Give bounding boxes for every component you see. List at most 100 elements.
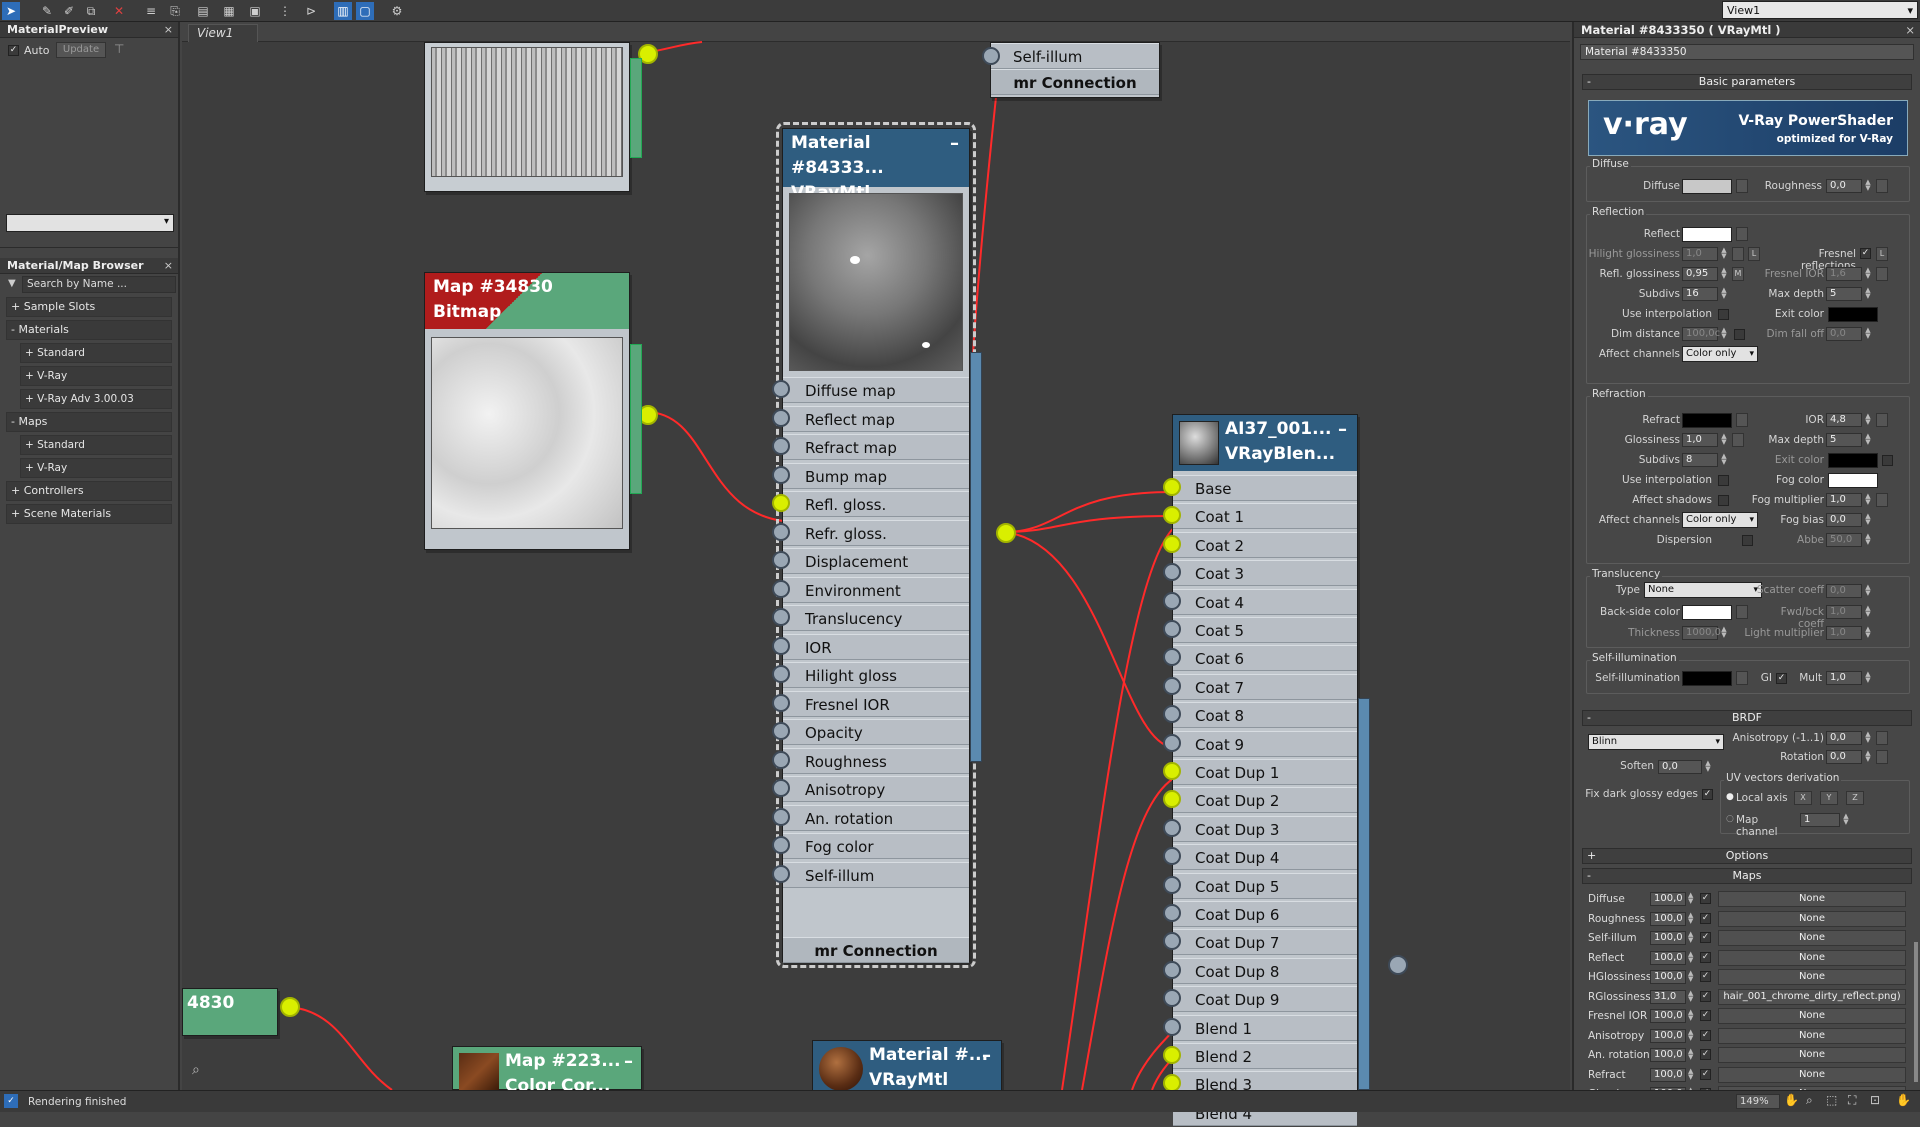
mr-connection[interactable]: mr Connection [783, 937, 969, 963]
glossiness-field[interactable]: 1,0 [1682, 433, 1718, 447]
input-socket[interactable] [772, 807, 790, 826]
anisotropy-field[interactable]: 0,0 [1826, 731, 1862, 745]
spinner-icon[interactable]: ▲▼ [1720, 453, 1728, 467]
spinner-icon[interactable]: ▲▼ [1688, 911, 1696, 924]
bitmap-node-top[interactable] [424, 42, 630, 192]
map-amount-field[interactable]: 100,0 [1650, 1028, 1686, 1043]
input-socket[interactable] [1163, 676, 1181, 695]
map-enable-checkbox[interactable]: ✓ [1700, 1010, 1711, 1021]
assign-material-icon[interactable]: ✐ [60, 2, 78, 20]
node-slot[interactable]: Coat Dup 9 [1173, 986, 1357, 1013]
refr-maxdepth-field[interactable]: 5 [1826, 433, 1862, 447]
input-socket[interactable] [772, 494, 790, 512]
node-slot[interactable]: Coat 7 [1173, 673, 1357, 700]
map-slot-button[interactable]: None [1718, 891, 1906, 907]
tree-item[interactable]: + V-Ray [20, 366, 172, 386]
binoculars-icon[interactable]: ⌕ [192, 1062, 200, 1078]
input-socket[interactable] [772, 522, 790, 541]
node-slot[interactable]: Anisotropy [783, 776, 969, 802]
subdivs-field[interactable]: 16 [1682, 287, 1718, 301]
tree-item[interactable]: + V-Ray [20, 458, 172, 478]
radio-selected-icon[interactable]: ● [1726, 792, 1734, 802]
refr-use-interp-checkbox[interactable] [1718, 475, 1729, 486]
spinner-icon[interactable]: ▲▼ [1688, 892, 1696, 905]
node-slot[interactable]: Roughness [783, 747, 969, 774]
input-socket[interactable] [1163, 875, 1181, 894]
rotation-map-button[interactable] [1876, 750, 1888, 764]
tree-item[interactable]: - Materials [6, 320, 172, 340]
mr-connection[interactable]: mr Connection [991, 69, 1159, 95]
node-slot[interactable]: Translucency [783, 605, 969, 631]
layout-horizontal-icon[interactable]: ⊳ [302, 2, 320, 20]
refr-subdivs-field[interactable]: 8 [1682, 453, 1718, 467]
spinner-icon[interactable]: ▲▼ [1720, 433, 1728, 447]
map-node-partial[interactable]: 4830 [182, 988, 278, 1036]
fwdbck-field[interactable]: 1,0 [1826, 605, 1862, 619]
diffuse-map-button[interactable] [1736, 179, 1748, 193]
dim-falloff-field[interactable]: 0,0 [1826, 327, 1862, 341]
tree-item[interactable]: + Controllers [6, 481, 172, 501]
zoom-icon[interactable]: ⌕ [1806, 1093, 1813, 1108]
fresnel-ior-field[interactable]: 1,6 [1826, 267, 1862, 281]
refr-exit-color-swatch[interactable] [1828, 453, 1878, 468]
node-slot[interactable]: Bump map [783, 462, 969, 489]
node-slot[interactable]: Coat 4 [1173, 588, 1357, 615]
reflect-map-button[interactable] [1736, 227, 1748, 241]
show-map-icon[interactable]: ▤ [194, 2, 212, 20]
auto-checkbox[interactable]: ✓ [8, 45, 19, 56]
select-tool-icon[interactable]: ➤ [2, 2, 20, 20]
reflect-color-swatch[interactable] [1682, 227, 1732, 242]
map-slot-button[interactable]: None [1718, 930, 1906, 946]
spinner-icon[interactable]: ▲▼ [1864, 731, 1872, 745]
axis-z-button[interactable]: Z [1846, 791, 1864, 805]
vrayblend-node-header[interactable]: AI37_001... VRayBlen... – [1173, 415, 1357, 471]
input-socket[interactable] [772, 864, 790, 883]
spinner-icon[interactable]: ▲▼ [1864, 327, 1872, 341]
node-slot[interactable]: Refl. gloss. [783, 491, 969, 517]
node-slot[interactable]: IOR [783, 633, 969, 660]
spinner-icon[interactable]: ▲▼ [1704, 760, 1712, 774]
spinner-icon[interactable]: ▲▼ [1720, 626, 1728, 640]
axis-x-button[interactable]: X [1794, 791, 1812, 805]
node-slot[interactable]: Self-illum [991, 43, 1159, 69]
tree-item[interactable]: + Scene Materials [6, 504, 172, 524]
selfillum-map-button[interactable] [1736, 671, 1748, 685]
node-slot[interactable]: Coat Dup 2 [1173, 787, 1357, 814]
lock-button[interactable]: L [1748, 247, 1760, 261]
map-amount-field[interactable]: 100,0 [1650, 1067, 1686, 1082]
sample-icon[interactable]: ▣ [246, 2, 264, 20]
spinner-icon[interactable]: ▲▼ [1864, 179, 1872, 193]
vraymtl-node-bottom[interactable]: Material #... VRayMtl – [812, 1040, 1002, 1099]
fog-color-swatch[interactable] [1828, 473, 1878, 488]
input-socket[interactable] [772, 437, 790, 455]
output-handle[interactable] [970, 352, 982, 762]
tree-item[interactable]: + V-Ray Adv 3.00.03 [20, 389, 172, 409]
fog-mult-map-button[interactable] [1876, 493, 1888, 507]
show-params-icon[interactable]: ▥ [334, 2, 352, 20]
scatter-field[interactable]: 0,0 [1826, 584, 1862, 598]
exit-color-swatch[interactable] [1828, 307, 1878, 322]
spinner-icon[interactable]: ▲▼ [1864, 433, 1872, 447]
refract-color-swatch[interactable] [1682, 413, 1732, 428]
spinner-icon[interactable]: ▲▼ [1688, 970, 1696, 983]
spinner-icon[interactable]: ▲▼ [1864, 513, 1872, 527]
node-slot[interactable]: Reflect map [783, 405, 969, 432]
dim-distance-field[interactable]: 100,0c [1682, 327, 1720, 341]
brdf-type-select[interactable]: Blinn ▾ [1588, 734, 1724, 750]
node-slot[interactable]: Hilight gloss [783, 662, 969, 688]
node-slot[interactable]: Coat Dup 7 [1173, 929, 1357, 956]
map-enable-checkbox[interactable]: ✓ [1700, 971, 1711, 982]
map-amount-field[interactable]: 100,0 [1650, 892, 1686, 906]
abbe-field[interactable]: 50,0 [1826, 533, 1862, 547]
input-socket[interactable] [772, 608, 790, 626]
gi-checkbox[interactable]: ✓ [1776, 673, 1787, 684]
node-slot[interactable]: Refr. gloss. [783, 519, 969, 546]
spinner-icon[interactable]: ▲▼ [1864, 267, 1872, 281]
preview-select[interactable]: ▾ [6, 214, 174, 232]
map-slot-button[interactable]: None [1718, 1008, 1906, 1024]
spinner-icon[interactable]: ▲▼ [1688, 1009, 1696, 1022]
map-channel-field[interactable]: 1 [1800, 813, 1840, 827]
node-slot[interactable]: Opacity [783, 719, 969, 745]
refract-map-button[interactable] [1736, 413, 1748, 427]
spinner-icon[interactable]: ▲▼ [1688, 1067, 1696, 1080]
